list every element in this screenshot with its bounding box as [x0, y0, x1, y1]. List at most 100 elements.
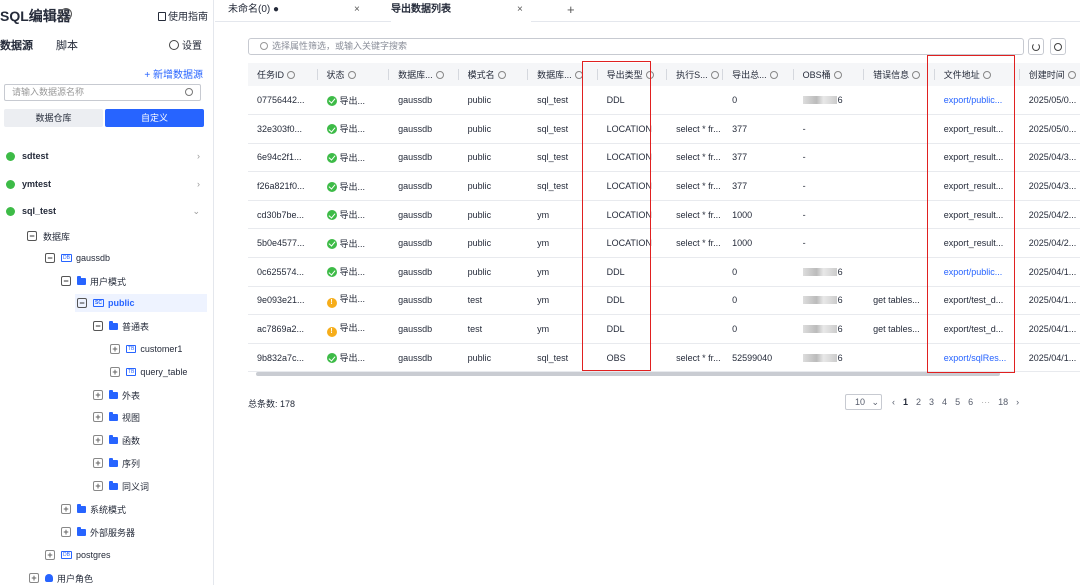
datasource-type-segment: 数据仓库 自定义	[4, 109, 204, 127]
page-size-select[interactable]: 10 ⌄	[845, 394, 882, 410]
refresh-button[interactable]	[1028, 38, 1044, 55]
chevron-right-icon[interactable]: ›	[197, 179, 200, 189]
tab-datasource[interactable]: 数据源	[0, 37, 33, 53]
expand-icon[interactable]: +	[110, 344, 120, 354]
close-icon[interactable]: ×	[354, 0, 360, 20]
collapse-icon[interactable]: −	[77, 298, 87, 308]
tree-node-customer1[interactable]: + TB customer1	[110, 342, 182, 356]
segment-warehouse[interactable]: 数据仓库	[4, 109, 103, 127]
close-icon[interactable]: ×	[517, 0, 523, 20]
cell-status: 导出...	[317, 86, 390, 116]
chevron-right-icon[interactable]: ›	[197, 151, 200, 161]
expand-icon[interactable]: +	[29, 573, 39, 583]
tree-node-foreign-tables[interactable]: + 外表	[93, 388, 140, 402]
success-icon	[326, 238, 337, 249]
database-icon: DB	[61, 254, 72, 262]
tree-node-sequences[interactable]: + 序列	[93, 456, 140, 470]
connected-status-icon	[6, 180, 15, 189]
chevron-down-icon[interactable]: ⌄	[192, 206, 200, 217]
expand-icon[interactable]: +	[93, 390, 103, 400]
filter-search-input[interactable]: 选择属性筛选，或输入关键字搜索	[248, 38, 1024, 55]
expand-icon[interactable]: +	[110, 367, 120, 377]
cell-export-total: 377	[723, 114, 794, 144]
new-datasource-button[interactable]: + 新增数据源	[144, 66, 203, 81]
col-export-total[interactable]: 导出总...	[723, 63, 794, 86]
prev-page-button[interactable]: ‹	[892, 397, 895, 407]
tree-node-query-table[interactable]: + TB query_table	[110, 365, 187, 379]
success-icon	[326, 267, 337, 278]
expand-icon[interactable]: +	[93, 435, 103, 445]
tree-node-normal-tables[interactable]: − 普通表	[93, 319, 149, 333]
collapse-icon[interactable]: −	[45, 253, 55, 263]
cell-created-time: 2025/04/1...	[1019, 286, 1080, 316]
col-task-id[interactable]: 任务ID	[248, 63, 318, 86]
horizontal-scrollbar[interactable]	[256, 372, 1000, 376]
cell-status: 导出...	[317, 200, 390, 230]
tab-script[interactable]: 脚本	[56, 37, 78, 53]
page-button[interactable]: 3	[929, 397, 934, 407]
tree-node-views[interactable]: + 视图	[93, 410, 140, 424]
cell-error-info	[864, 86, 935, 116]
redacted-bucket	[802, 353, 837, 362]
col-status[interactable]: 状态	[317, 63, 390, 86]
sidebar-header: SQL编辑器 ? 使用指南	[0, 0, 214, 28]
segment-custom[interactable]: 自定义	[105, 109, 204, 127]
cell-task-id: 0c625574...	[248, 257, 318, 287]
tree-node-user-mode[interactable]: − 用户模式	[61, 274, 126, 288]
tree-node-public[interactable]: − SC public	[77, 296, 134, 310]
next-page-button[interactable]: ›	[1016, 397, 1019, 407]
user-icon	[45, 574, 53, 582]
datasource-item[interactable]: sql_test ⌄	[0, 206, 214, 220]
page-button[interactable]: 4	[942, 397, 947, 407]
datasource-item[interactable]: sdtest ›	[0, 151, 214, 165]
main-panel: 未命名(0) ● × 导出数据列表 × + 选择属性筛选，或输入关键字搜索 任务…	[215, 0, 1080, 585]
tree-node-system-mode[interactable]: + 系统模式	[61, 502, 126, 516]
tree-node-synonyms[interactable]: + 同义词	[93, 479, 149, 493]
col-created-time[interactable]: 创建时间	[1019, 63, 1080, 86]
refresh-icon	[1032, 43, 1040, 51]
tree-node-external-servers[interactable]: + 外部服务器	[61, 525, 135, 539]
col-database[interactable]: 数据库...	[389, 63, 459, 86]
datasource-search-input[interactable]: 请输入数据源名称	[4, 84, 201, 101]
collapse-icon[interactable]: −	[61, 276, 71, 286]
col-obs-bucket[interactable]: OBS桶	[793, 63, 865, 86]
page-button[interactable]: 18	[998, 397, 1008, 407]
tree-node-postgres[interactable]: + DB postgres	[45, 548, 110, 562]
expand-icon[interactable]: +	[61, 504, 71, 514]
collapse-icon[interactable]: −	[27, 231, 37, 241]
page-button[interactable]: 2	[916, 397, 921, 407]
page-button[interactable]: 6	[968, 397, 973, 407]
page-button[interactable]: 5	[955, 397, 960, 407]
user-guide-link[interactable]: 使用指南	[158, 8, 208, 23]
collapse-icon[interactable]: −	[93, 321, 103, 331]
cell-task-id: cd30b7be...	[248, 200, 318, 230]
expand-icon[interactable]: +	[93, 481, 103, 491]
col-schema[interactable]: 模式名	[458, 63, 529, 86]
cell-database: gaussdb	[389, 86, 459, 116]
tab-export-list[interactable]: 导出数据列表 ×	[391, 0, 531, 22]
redacted-bucket	[802, 96, 837, 105]
tree-node-functions[interactable]: + 函数	[93, 433, 140, 447]
expand-icon[interactable]: +	[61, 527, 71, 537]
expand-icon[interactable]: +	[45, 550, 55, 560]
col-exec-sql[interactable]: 执行S...	[667, 63, 724, 86]
settings-button[interactable]: 设置	[169, 37, 202, 52]
tree-node-warehouse[interactable]: − 数据库	[27, 229, 70, 243]
expand-icon[interactable]: +	[93, 412, 103, 422]
tree-node-gaussdb[interactable]: − DB gaussdb	[45, 251, 110, 265]
add-tab-button[interactable]: +	[567, 2, 575, 17]
page-button[interactable]: 1	[903, 397, 908, 407]
cell-status: ! 导出...	[317, 286, 390, 316]
tab-untitled[interactable]: 未命名(0) ● ×	[228, 0, 368, 22]
datasource-item[interactable]: ymtest ›	[0, 179, 214, 193]
page-ellipsis[interactable]: ···	[981, 397, 990, 407]
search-icon[interactable]	[185, 88, 193, 96]
help-icon[interactable]: ?	[60, 8, 72, 20]
redacted-bucket	[802, 325, 837, 334]
settings-label: 设置	[182, 41, 202, 52]
cell-error-info	[864, 171, 935, 201]
tree-node-user-roles[interactable]: + 用户角色	[29, 571, 93, 585]
expand-icon[interactable]: +	[93, 458, 103, 468]
col-error-info[interactable]: 错误信息	[864, 63, 935, 86]
table-settings-button[interactable]	[1050, 38, 1066, 55]
